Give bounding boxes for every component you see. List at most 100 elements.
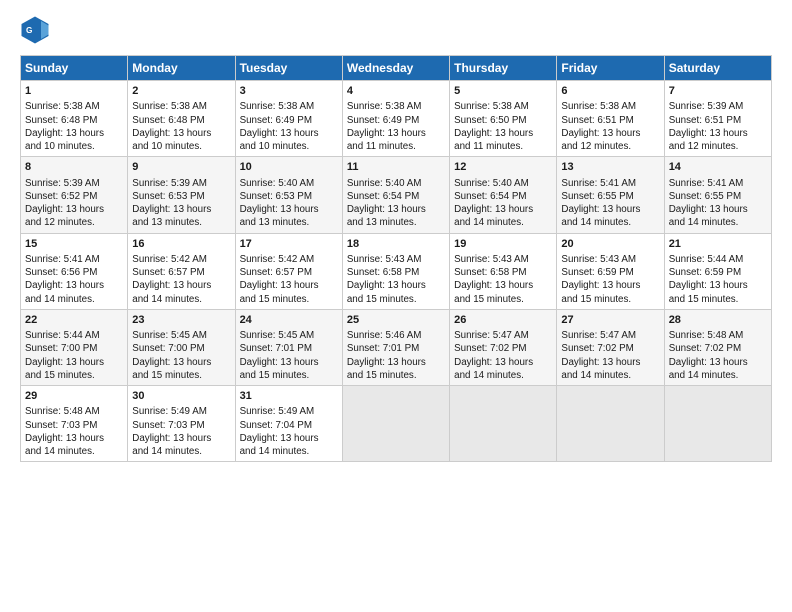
calendar-cell: 5Sunrise: 5:38 AM Sunset: 6:50 PM Daylig…	[450, 81, 557, 157]
calendar-cell: 29Sunrise: 5:48 AM Sunset: 7:03 PM Dayli…	[21, 386, 128, 462]
day-number: 6	[561, 84, 659, 99]
calendar-cell: 13Sunrise: 5:41 AM Sunset: 6:55 PM Dayli…	[557, 157, 664, 233]
col-header-sunday: Sunday	[21, 56, 128, 81]
day-number: 14	[669, 160, 767, 175]
day-number: 29	[25, 389, 123, 404]
calendar-cell: 28Sunrise: 5:48 AM Sunset: 7:02 PM Dayli…	[664, 309, 771, 385]
day-info: Sunrise: 5:41 AM Sunset: 6:56 PM Dayligh…	[25, 253, 123, 306]
week-row-2: 8 Sunrise: 5:39 AM Sunset: 6:52 PM Daylig…	[21, 157, 772, 233]
calendar-cell: 24Sunrise: 5:45 AM Sunset: 7:01 PM Dayli…	[235, 309, 342, 385]
col-header-saturday: Saturday	[664, 56, 771, 81]
day-info: Sunrise: 5:40 AM Sunset: 6:54 PM Dayligh…	[454, 177, 552, 230]
calendar-cell: 18Sunrise: 5:43 AM Sunset: 6:58 PM Dayli…	[342, 233, 449, 309]
day-info: Sunrise: 5:41 AM Sunset: 6:55 PM Dayligh…	[669, 177, 767, 230]
day-number: 25	[347, 313, 445, 328]
calendar-cell: 8 Sunrise: 5:39 AM Sunset: 6:52 PM Daylig…	[21, 157, 128, 233]
calendar-cell	[342, 386, 449, 462]
day-number: 17	[240, 237, 338, 252]
calendar-cell	[557, 386, 664, 462]
calendar-cell: 4Sunrise: 5:38 AM Sunset: 6:49 PM Daylig…	[342, 81, 449, 157]
col-header-friday: Friday	[557, 56, 664, 81]
day-info: Sunrise: 5:42 AM Sunset: 6:57 PM Dayligh…	[240, 253, 338, 306]
day-number: 20	[561, 237, 659, 252]
calendar-table: SundayMondayTuesdayWednesdayThursdayFrid…	[20, 55, 772, 462]
day-number: 10	[240, 160, 338, 175]
calendar-cell: 12 Sunrise: 5:40 AM Sunset: 6:54 PM Dayli…	[450, 157, 557, 233]
day-number: 23	[132, 313, 230, 328]
col-header-wednesday: Wednesday	[342, 56, 449, 81]
col-header-monday: Monday	[128, 56, 235, 81]
day-number: 22	[25, 313, 123, 328]
day-number: 11	[347, 160, 445, 175]
week-row-3: 15Sunrise: 5:41 AM Sunset: 6:56 PM Dayli…	[21, 233, 772, 309]
day-info: Sunrise: 5:43 AM Sunset: 6:58 PM Dayligh…	[454, 253, 552, 306]
calendar-cell: 20Sunrise: 5:43 AM Sunset: 6:59 PM Dayli…	[557, 233, 664, 309]
calendar-cell: 9Sunrise: 5:39 AM Sunset: 6:53 PM Daylig…	[128, 157, 235, 233]
week-row-4: 22Sunrise: 5:44 AM Sunset: 7:00 PM Dayli…	[21, 309, 772, 385]
col-header-tuesday: Tuesday	[235, 56, 342, 81]
calendar-cell: 27Sunrise: 5:47 AM Sunset: 7:02 PM Dayli…	[557, 309, 664, 385]
day-number: 3	[240, 84, 338, 99]
day-info: Sunrise: 5:45 AM Sunset: 7:00 PM Dayligh…	[132, 329, 230, 382]
day-info: Sunrise: 5:48 AM Sunset: 7:02 PM Dayligh…	[669, 329, 767, 382]
day-number: 19	[454, 237, 552, 252]
col-header-thursday: Thursday	[450, 56, 557, 81]
logo-icon: G	[20, 15, 50, 45]
day-info: Sunrise: 5:38 AM Sunset: 6:50 PM Dayligh…	[454, 100, 552, 153]
day-info: Sunrise: 5:39 AM Sunset: 6:52 PM Dayligh…	[25, 177, 123, 230]
calendar-cell: 19Sunrise: 5:43 AM Sunset: 6:58 PM Dayli…	[450, 233, 557, 309]
day-number: 30	[132, 389, 230, 404]
calendar-cell: 14 Sunrise: 5:41 AM Sunset: 6:55 PM Dayli…	[664, 157, 771, 233]
calendar-cell: 21Sunrise: 5:44 AM Sunset: 6:59 PM Dayli…	[664, 233, 771, 309]
calendar-cell	[664, 386, 771, 462]
day-info: Sunrise: 5:43 AM Sunset: 6:59 PM Dayligh…	[561, 253, 659, 306]
calendar-cell: 23Sunrise: 5:45 AM Sunset: 7:00 PM Dayli…	[128, 309, 235, 385]
calendar-cell: 1Sunrise: 5:38 AM Sunset: 6:48 PM Daylig…	[21, 81, 128, 157]
calendar-cell: 15Sunrise: 5:41 AM Sunset: 6:56 PM Dayli…	[21, 233, 128, 309]
day-info: Sunrise: 5:46 AM Sunset: 7:01 PM Dayligh…	[347, 329, 445, 382]
calendar-cell: 2Sunrise: 5:38 AM Sunset: 6:48 PM Daylig…	[128, 81, 235, 157]
day-info: Sunrise: 5:39 AM Sunset: 6:51 PM Dayligh…	[669, 100, 767, 153]
day-number: 16	[132, 237, 230, 252]
svg-text:G: G	[26, 26, 32, 35]
day-number: 18	[347, 237, 445, 252]
calendar-cell	[450, 386, 557, 462]
day-info: Sunrise: 5:40 AM Sunset: 6:53 PM Dayligh…	[240, 177, 338, 230]
day-number: 31	[240, 389, 338, 404]
day-info: Sunrise: 5:47 AM Sunset: 7:02 PM Dayligh…	[454, 329, 552, 382]
day-number: 5	[454, 84, 552, 99]
day-number: 2	[132, 84, 230, 99]
day-info: Sunrise: 5:49 AM Sunset: 7:04 PM Dayligh…	[240, 405, 338, 458]
day-info: Sunrise: 5:45 AM Sunset: 7:01 PM Dayligh…	[240, 329, 338, 382]
header-row: SundayMondayTuesdayWednesdayThursdayFrid…	[21, 56, 772, 81]
day-info: Sunrise: 5:38 AM Sunset: 6:48 PM Dayligh…	[25, 100, 123, 153]
day-number: 24	[240, 313, 338, 328]
calendar-cell: 31Sunrise: 5:49 AM Sunset: 7:04 PM Dayli…	[235, 386, 342, 462]
day-number: 12	[454, 160, 552, 175]
page: G SundayMondayTuesdayWednesdayThursdayFr…	[0, 0, 792, 612]
day-info: Sunrise: 5:40 AM Sunset: 6:54 PM Dayligh…	[347, 177, 445, 230]
day-info: Sunrise: 5:47 AM Sunset: 7:02 PM Dayligh…	[561, 329, 659, 382]
week-row-5: 29Sunrise: 5:48 AM Sunset: 7:03 PM Dayli…	[21, 386, 772, 462]
week-row-1: 1Sunrise: 5:38 AM Sunset: 6:48 PM Daylig…	[21, 81, 772, 157]
day-info: Sunrise: 5:39 AM Sunset: 6:53 PM Dayligh…	[132, 177, 230, 230]
day-number: 21	[669, 237, 767, 252]
day-number: 27	[561, 313, 659, 328]
calendar-cell: 3Sunrise: 5:38 AM Sunset: 6:49 PM Daylig…	[235, 81, 342, 157]
day-info: Sunrise: 5:38 AM Sunset: 6:49 PM Dayligh…	[347, 100, 445, 153]
day-info: Sunrise: 5:38 AM Sunset: 6:48 PM Dayligh…	[132, 100, 230, 153]
calendar-cell: 22Sunrise: 5:44 AM Sunset: 7:00 PM Dayli…	[21, 309, 128, 385]
calendar-cell: 17Sunrise: 5:42 AM Sunset: 6:57 PM Dayli…	[235, 233, 342, 309]
day-number: 8	[25, 160, 123, 175]
day-info: Sunrise: 5:44 AM Sunset: 7:00 PM Dayligh…	[25, 329, 123, 382]
day-info: Sunrise: 5:44 AM Sunset: 6:59 PM Dayligh…	[669, 253, 767, 306]
day-number: 28	[669, 313, 767, 328]
day-number: 1	[25, 84, 123, 99]
calendar-cell: 26Sunrise: 5:47 AM Sunset: 7:02 PM Dayli…	[450, 309, 557, 385]
calendar-cell: 11 Sunrise: 5:40 AM Sunset: 6:54 PM Dayli…	[342, 157, 449, 233]
calendar-cell: 30Sunrise: 5:49 AM Sunset: 7:03 PM Dayli…	[128, 386, 235, 462]
day-number: 7	[669, 84, 767, 99]
logo: G	[20, 15, 54, 45]
calendar-cell: 10 Sunrise: 5:40 AM Sunset: 6:53 PM Dayli…	[235, 157, 342, 233]
day-info: Sunrise: 5:49 AM Sunset: 7:03 PM Dayligh…	[132, 405, 230, 458]
